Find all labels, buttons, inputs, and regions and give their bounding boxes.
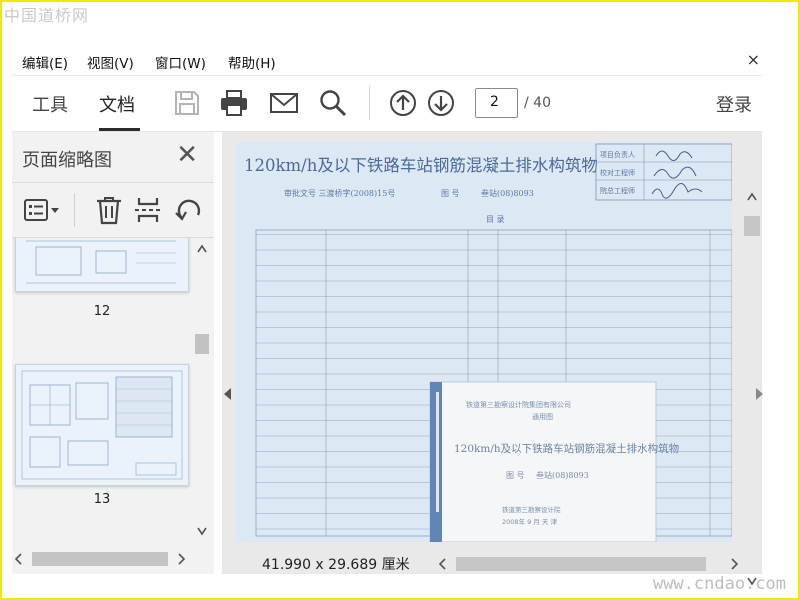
extract-pages-icon[interactable]: [133, 195, 163, 225]
thumbnail-list: 12 13: [12, 238, 214, 548]
page-down-icon[interactable]: [426, 88, 456, 118]
cover-company: 铁道第三勘察设计院集团有限公司: [466, 400, 571, 409]
save-icon[interactable]: [172, 88, 202, 118]
panel-title: 页面缩略图: [22, 150, 112, 171]
menu-edit[interactable]: 编辑(E): [22, 52, 68, 72]
thumbnail-drawing: [21, 370, 183, 480]
role-chief-engineer: 院总工程师: [600, 186, 635, 195]
watermark-bottom: www.cndao.com: [652, 574, 786, 594]
tab-document[interactable]: 文档: [99, 91, 135, 117]
thumbnail-horizontal-scrollbar[interactable]: [12, 548, 192, 570]
thumbnail-page-12[interactable]: [15, 238, 189, 292]
menu-view[interactable]: 视图(V): [87, 52, 134, 72]
panel-toolbar: [12, 182, 214, 238]
document-title: 120km/h及以下铁路车站钢筋混凝土排水构筑物: [244, 156, 598, 175]
login-button[interactable]: 登录: [716, 91, 752, 117]
cover-title: 120km/h及以下铁路车站钢筋混凝土排水构筑物: [454, 442, 679, 455]
email-icon[interactable]: [269, 88, 299, 118]
active-tab-indicator: [99, 128, 140, 131]
thumbnail-label-12: 12: [93, 304, 111, 319]
close-icon[interactable]: ×: [747, 50, 760, 69]
cover-drawing-no: 叁站(08)8093: [536, 470, 589, 480]
drawing-no: 叁站(08)8093: [481, 188, 534, 198]
collapse-left-icon[interactable]: [224, 388, 232, 400]
thumbnail-options-icon[interactable]: [22, 195, 62, 225]
table-header: 目 录: [486, 215, 505, 224]
print-icon[interactable]: [219, 88, 249, 118]
cover-type: 通用图: [532, 412, 553, 421]
pdf-reader-window: 编辑(E) 视图(V) 窗口(W) 帮助(H) × 工具 文档 2 / 40 登…: [12, 44, 763, 586]
toolbar: 工具 文档 2 / 40 登录: [12, 76, 762, 132]
role-proofreader: 校对工程师: [600, 168, 635, 177]
menu-window[interactable]: 窗口(W): [155, 52, 206, 72]
tab-tools[interactable]: 工具: [32, 91, 68, 117]
document-vertical-scrollbar[interactable]: [742, 182, 762, 592]
page-number-input[interactable]: 2: [475, 88, 518, 118]
page-total: / 40: [524, 95, 551, 111]
page-up-icon[interactable]: [388, 88, 418, 118]
document-scan: 120km/h及以下铁路车站钢筋混凝土排水构筑物 审批文号 三渡桥字(2008)…: [236, 142, 732, 542]
watermark-top: 中国道桥网: [4, 6, 90, 25]
panel-close-icon[interactable]: ✕: [176, 140, 198, 170]
delete-icon[interactable]: [94, 195, 124, 225]
toolbar-separator: [369, 86, 370, 120]
thumbnail-panel: 页面缩略图 ✕ 12 13: [12, 132, 214, 574]
menu-help[interactable]: 帮助(H): [228, 52, 276, 72]
rotate-icon[interactable]: [174, 195, 204, 225]
thumbnail-page-13[interactable]: [15, 364, 189, 486]
menu-bar: 编辑(E) 视图(V) 窗口(W) 帮助(H) ×: [12, 44, 762, 76]
drawing-no-label: 图 号: [441, 189, 460, 198]
cover-date: 2008年 9 月 天 津: [502, 517, 557, 526]
page-size-label: 41.990 x 29.689 厘米: [262, 557, 410, 573]
document-page[interactable]: 120km/h及以下铁路车站钢筋混凝土排水构筑物 审批文号 三渡桥字(2008)…: [236, 142, 732, 542]
thumbnail-vertical-scrollbar[interactable]: [192, 238, 212, 548]
cover-publisher: 铁道第三勘察设计院: [502, 505, 561, 514]
document-viewer: 120km/h及以下铁路车站钢筋混凝土排水构筑物 审批文号 三渡桥字(2008)…: [222, 132, 763, 586]
search-icon[interactable]: [318, 88, 348, 118]
panel-toolbar-separator: [74, 193, 75, 227]
approval-text: 审批文号 三渡桥字(2008)15号: [284, 188, 395, 198]
thumbnail-label-13: 13: [93, 492, 111, 507]
document-horizontal-scrollbar[interactable]: [436, 554, 746, 574]
thumbnail-drawing: [26, 240, 176, 284]
cover-drawing-no-label: 图 号: [506, 471, 525, 480]
role-project-lead: 项目负责人: [600, 150, 635, 159]
